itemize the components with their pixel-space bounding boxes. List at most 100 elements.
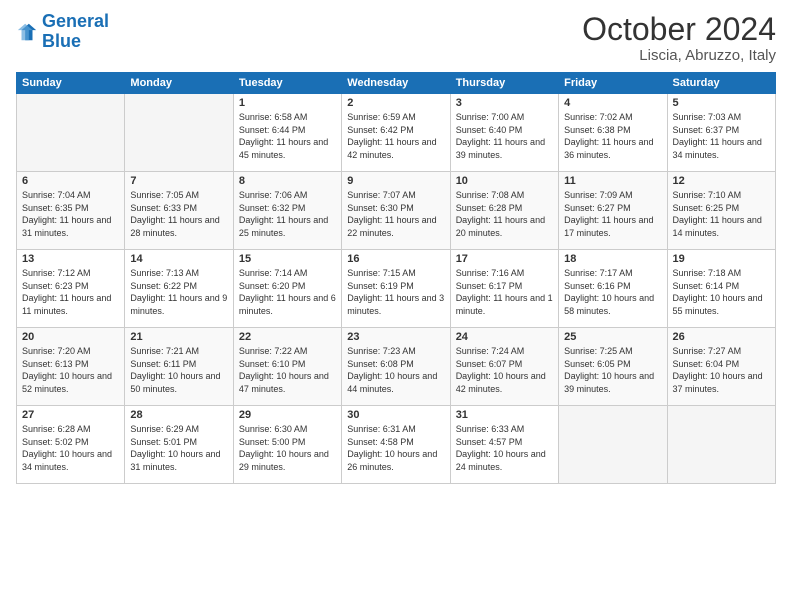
day-info: Sunrise: 7:17 AMSunset: 6:16 PMDaylight:… bbox=[564, 267, 661, 317]
header-thursday: Thursday bbox=[450, 73, 558, 94]
logo-icon bbox=[16, 21, 38, 43]
day-cell: 7 Sunrise: 7:05 AMSunset: 6:33 PMDaylight… bbox=[125, 172, 233, 250]
day-number: 7 bbox=[130, 175, 227, 187]
day-number: 14 bbox=[130, 253, 227, 265]
day-info: Sunrise: 6:58 AMSunset: 6:44 PMDaylight:… bbox=[239, 111, 336, 161]
day-number: 11 bbox=[564, 175, 661, 187]
month-title: October 2024 bbox=[582, 12, 776, 47]
day-info: Sunrise: 7:08 AMSunset: 6:28 PMDaylight:… bbox=[456, 189, 553, 239]
day-number: 3 bbox=[456, 97, 553, 109]
day-info: Sunrise: 7:20 AMSunset: 6:13 PMDaylight:… bbox=[22, 345, 119, 395]
day-cell: 30 Sunrise: 6:31 AMSunset: 4:58 PMDayligh… bbox=[342, 406, 450, 484]
day-number: 26 bbox=[673, 331, 770, 343]
day-cell: 25 Sunrise: 7:25 AMSunset: 6:05 PMDayligh… bbox=[559, 328, 667, 406]
logo-text: General Blue bbox=[42, 12, 109, 52]
day-number: 28 bbox=[130, 409, 227, 421]
day-cell: 27 Sunrise: 6:28 AMSunset: 5:02 PMDayligh… bbox=[17, 406, 125, 484]
header-saturday: Saturday bbox=[667, 73, 775, 94]
day-info: Sunrise: 7:24 AMSunset: 6:07 PMDaylight:… bbox=[456, 345, 553, 395]
day-cell bbox=[559, 406, 667, 484]
day-cell: 3Sunrise: 7:00 AMSunset: 6:40 PMDaylight… bbox=[450, 94, 558, 172]
day-info: Sunrise: 7:10 AMSunset: 6:25 PMDaylight:… bbox=[673, 189, 770, 239]
header-tuesday: Tuesday bbox=[233, 73, 341, 94]
day-number: 16 bbox=[347, 253, 444, 265]
day-cell: 6 Sunrise: 7:04 AMSunset: 6:35 PMDaylight… bbox=[17, 172, 125, 250]
week-row-2: 6 Sunrise: 7:04 AMSunset: 6:35 PMDaylight… bbox=[17, 172, 776, 250]
calendar-table: SundayMondayTuesdayWednesdayThursdayFrid… bbox=[16, 72, 776, 484]
day-cell: 9 Sunrise: 7:07 AMSunset: 6:30 PMDaylight… bbox=[342, 172, 450, 250]
day-cell: 10 Sunrise: 7:08 AMSunset: 6:28 PMDayligh… bbox=[450, 172, 558, 250]
week-row-3: 13 Sunrise: 7:12 AMSunset: 6:23 PMDayligh… bbox=[17, 250, 776, 328]
day-number: 6 bbox=[22, 175, 119, 187]
day-cell: 14 Sunrise: 7:13 AMSunset: 6:22 PMDayligh… bbox=[125, 250, 233, 328]
day-cell: 20 Sunrise: 7:20 AMSunset: 6:13 PMDayligh… bbox=[17, 328, 125, 406]
week-row-5: 27 Sunrise: 6:28 AMSunset: 5:02 PMDayligh… bbox=[17, 406, 776, 484]
day-cell: 12 Sunrise: 7:10 AMSunset: 6:25 PMDayligh… bbox=[667, 172, 775, 250]
day-number: 25 bbox=[564, 331, 661, 343]
day-number: 15 bbox=[239, 253, 336, 265]
day-cell: 29 Sunrise: 6:30 AMSunset: 5:00 PMDayligh… bbox=[233, 406, 341, 484]
day-cell: 23Sunrise: 7:23 AMSunset: 6:08 PMDayligh… bbox=[342, 328, 450, 406]
day-cell: 21 Sunrise: 7:21 AMSunset: 6:11 PMDayligh… bbox=[125, 328, 233, 406]
day-number: 21 bbox=[130, 331, 227, 343]
day-info: Sunrise: 6:31 AMSunset: 4:58 PMDaylight:… bbox=[347, 423, 444, 473]
week-row-4: 20 Sunrise: 7:20 AMSunset: 6:13 PMDayligh… bbox=[17, 328, 776, 406]
day-number: 30 bbox=[347, 409, 444, 421]
day-number: 5 bbox=[673, 97, 770, 109]
day-info: Sunrise: 7:05 AMSunset: 6:33 PMDaylight:… bbox=[130, 189, 227, 239]
day-number: 1 bbox=[239, 97, 336, 109]
day-info: Sunrise: 7:07 AMSunset: 6:30 PMDaylight:… bbox=[347, 189, 444, 239]
day-cell: 13 Sunrise: 7:12 AMSunset: 6:23 PMDayligh… bbox=[17, 250, 125, 328]
day-info: Sunrise: 7:14 AMSunset: 6:20 PMDaylight:… bbox=[239, 267, 336, 317]
day-number: 31 bbox=[456, 409, 553, 421]
day-info: Sunrise: 7:04 AMSunset: 6:35 PMDaylight:… bbox=[22, 189, 119, 239]
day-info: Sunrise: 7:15 AMSunset: 6:19 PMDaylight:… bbox=[347, 267, 444, 317]
location: Liscia, Abruzzo, Italy bbox=[582, 47, 776, 64]
day-number: 29 bbox=[239, 409, 336, 421]
day-info: Sunrise: 6:59 AMSunset: 6:42 PMDaylight:… bbox=[347, 111, 444, 161]
day-number: 17 bbox=[456, 253, 553, 265]
day-info: Sunrise: 7:23 AMSunset: 6:08 PMDaylight:… bbox=[347, 345, 444, 395]
day-cell: 4 Sunrise: 7:02 AMSunset: 6:38 PMDaylight… bbox=[559, 94, 667, 172]
day-info: Sunrise: 6:33 AMSunset: 4:57 PMDaylight:… bbox=[456, 423, 553, 473]
header-monday: Monday bbox=[125, 73, 233, 94]
day-cell: 11Sunrise: 7:09 AMSunset: 6:27 PMDayligh… bbox=[559, 172, 667, 250]
day-info: Sunrise: 7:21 AMSunset: 6:11 PMDaylight:… bbox=[130, 345, 227, 395]
day-cell: 16 Sunrise: 7:15 AMSunset: 6:19 PMDayligh… bbox=[342, 250, 450, 328]
day-cell: 8Sunrise: 7:06 AMSunset: 6:32 PMDaylight… bbox=[233, 172, 341, 250]
logo: General Blue bbox=[16, 12, 109, 52]
day-cell: 22 Sunrise: 7:22 AMSunset: 6:10 PMDayligh… bbox=[233, 328, 341, 406]
day-number: 18 bbox=[564, 253, 661, 265]
day-info: Sunrise: 7:06 AMSunset: 6:32 PMDaylight:… bbox=[239, 189, 336, 239]
day-cell: 24Sunrise: 7:24 AMSunset: 6:07 PMDayligh… bbox=[450, 328, 558, 406]
day-cell: 18 Sunrise: 7:17 AMSunset: 6:16 PMDayligh… bbox=[559, 250, 667, 328]
day-cell bbox=[17, 94, 125, 172]
day-info: Sunrise: 6:29 AMSunset: 5:01 PMDaylight:… bbox=[130, 423, 227, 473]
day-cell: 15 Sunrise: 7:14 AMSunset: 6:20 PMDayligh… bbox=[233, 250, 341, 328]
day-number: 10 bbox=[456, 175, 553, 187]
day-info: Sunrise: 7:27 AMSunset: 6:04 PMDaylight:… bbox=[673, 345, 770, 395]
day-info: Sunrise: 6:30 AMSunset: 5:00 PMDaylight:… bbox=[239, 423, 336, 473]
day-info: Sunrise: 7:25 AMSunset: 6:05 PMDaylight:… bbox=[564, 345, 661, 395]
day-number: 12 bbox=[673, 175, 770, 187]
day-info: Sunrise: 7:02 AMSunset: 6:38 PMDaylight:… bbox=[564, 111, 661, 161]
day-number: 27 bbox=[22, 409, 119, 421]
day-number: 22 bbox=[239, 331, 336, 343]
day-number: 9 bbox=[347, 175, 444, 187]
day-info: Sunrise: 7:03 AMSunset: 6:37 PMDaylight:… bbox=[673, 111, 770, 161]
day-info: Sunrise: 7:13 AMSunset: 6:22 PMDaylight:… bbox=[130, 267, 227, 317]
day-info: Sunrise: 7:16 AMSunset: 6:17 PMDaylight:… bbox=[456, 267, 553, 317]
day-number: 2 bbox=[347, 97, 444, 109]
day-info: Sunrise: 6:28 AMSunset: 5:02 PMDaylight:… bbox=[22, 423, 119, 473]
day-cell: 28 Sunrise: 6:29 AMSunset: 5:01 PMDayligh… bbox=[125, 406, 233, 484]
header-friday: Friday bbox=[559, 73, 667, 94]
day-cell: 26 Sunrise: 7:27 AMSunset: 6:04 PMDayligh… bbox=[667, 328, 775, 406]
day-number: 13 bbox=[22, 253, 119, 265]
day-info: Sunrise: 7:22 AMSunset: 6:10 PMDaylight:… bbox=[239, 345, 336, 395]
day-cell: 17 Sunrise: 7:16 AMSunset: 6:17 PMDayligh… bbox=[450, 250, 558, 328]
day-cell: 31 Sunrise: 6:33 AMSunset: 4:57 PMDayligh… bbox=[450, 406, 558, 484]
day-cell bbox=[125, 94, 233, 172]
day-number: 20 bbox=[22, 331, 119, 343]
day-info: Sunrise: 7:12 AMSunset: 6:23 PMDaylight:… bbox=[22, 267, 119, 317]
day-number: 4 bbox=[564, 97, 661, 109]
